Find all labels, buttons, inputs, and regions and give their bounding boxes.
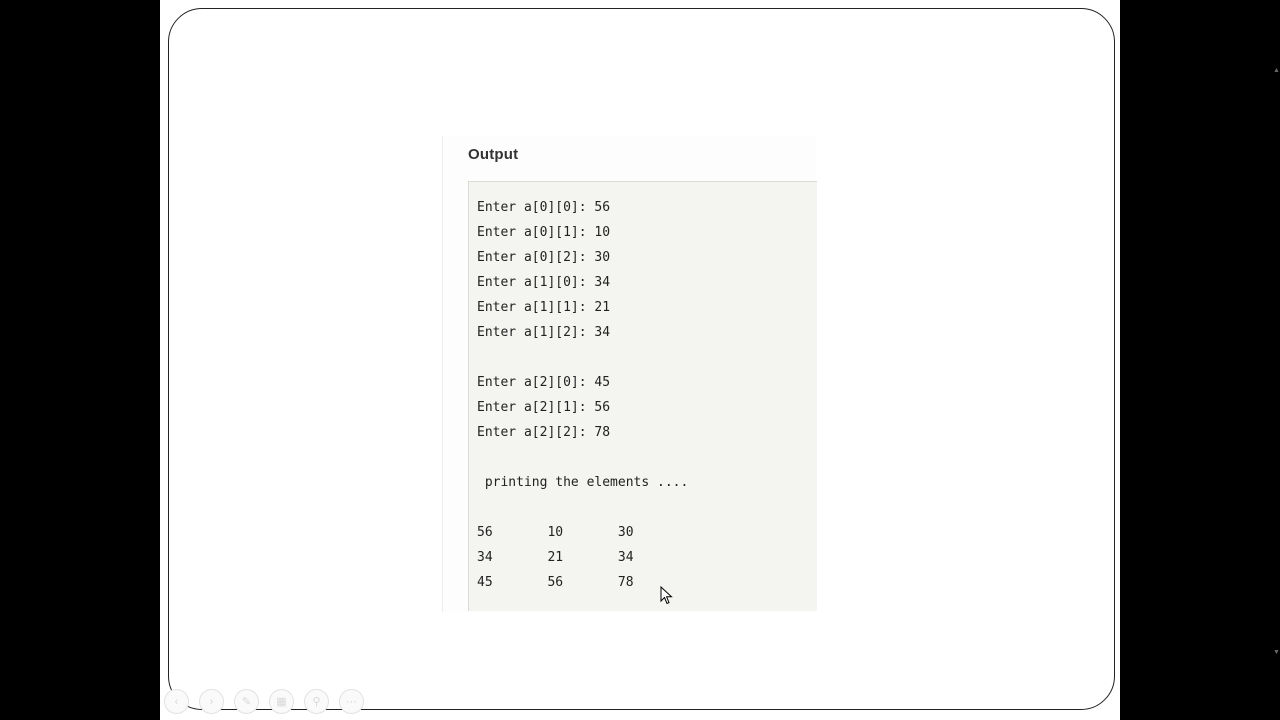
previous-icon: ‹ xyxy=(174,695,179,708)
slideshow-toolbar: ‹ › ✎ ▦ ⚲ ⋯ xyxy=(164,689,364,715)
zoom-icon: ⚲ xyxy=(312,696,321,708)
console-output: Enter a[0][0]: 56 Enter a[0][1]: 10 Ente… xyxy=(468,181,817,611)
presentation-page: Output Enter a[0][0]: 56 Enter a[0][1]: … xyxy=(160,0,1120,720)
mouse-cursor-icon xyxy=(660,586,673,605)
console-line: Enter a[2][1]: 56 xyxy=(477,400,611,415)
slides-icon: ▦ xyxy=(276,696,287,708)
slides-button[interactable]: ▦ xyxy=(269,689,294,714)
console-line: 34 21 34 xyxy=(477,550,634,565)
pen-button[interactable]: ✎ xyxy=(234,689,259,714)
more-button[interactable]: ⋯ xyxy=(339,689,364,714)
console-line: Enter a[1][2]: 34 xyxy=(477,325,611,340)
console-line: Enter a[2][2]: 78 xyxy=(477,425,611,440)
scroll-down-icon[interactable]: ▼ xyxy=(1273,649,1280,656)
next-icon: › xyxy=(209,695,214,708)
zoom-button[interactable]: ⚲ xyxy=(304,689,329,714)
more-icon: ⋯ xyxy=(346,696,357,708)
output-heading: Output xyxy=(468,146,519,163)
console-line: Enter a[0][2]: 30 xyxy=(477,250,611,265)
console-line: printing the elements .... xyxy=(477,475,689,490)
console-line: Enter a[0][1]: 10 xyxy=(477,225,611,240)
console-line: Enter a[0][0]: 56 xyxy=(477,200,611,215)
output-panel: Output Enter a[0][0]: 56 Enter a[0][1]: … xyxy=(442,136,817,612)
console-line: 45 56 78 xyxy=(477,575,634,590)
console-line: Enter a[1][1]: 21 xyxy=(477,300,611,315)
next-button[interactable]: › xyxy=(199,689,224,714)
console-line: Enter a[1][0]: 34 xyxy=(477,275,611,290)
vertical-scrollbar[interactable] xyxy=(1271,0,1280,720)
previous-button[interactable]: ‹ xyxy=(164,689,189,714)
pen-icon: ✎ xyxy=(241,696,252,708)
scroll-up-icon[interactable]: ▲ xyxy=(1273,67,1280,74)
console-line: Enter a[2][0]: 45 xyxy=(477,375,611,390)
console-line: 56 10 30 xyxy=(477,525,634,540)
